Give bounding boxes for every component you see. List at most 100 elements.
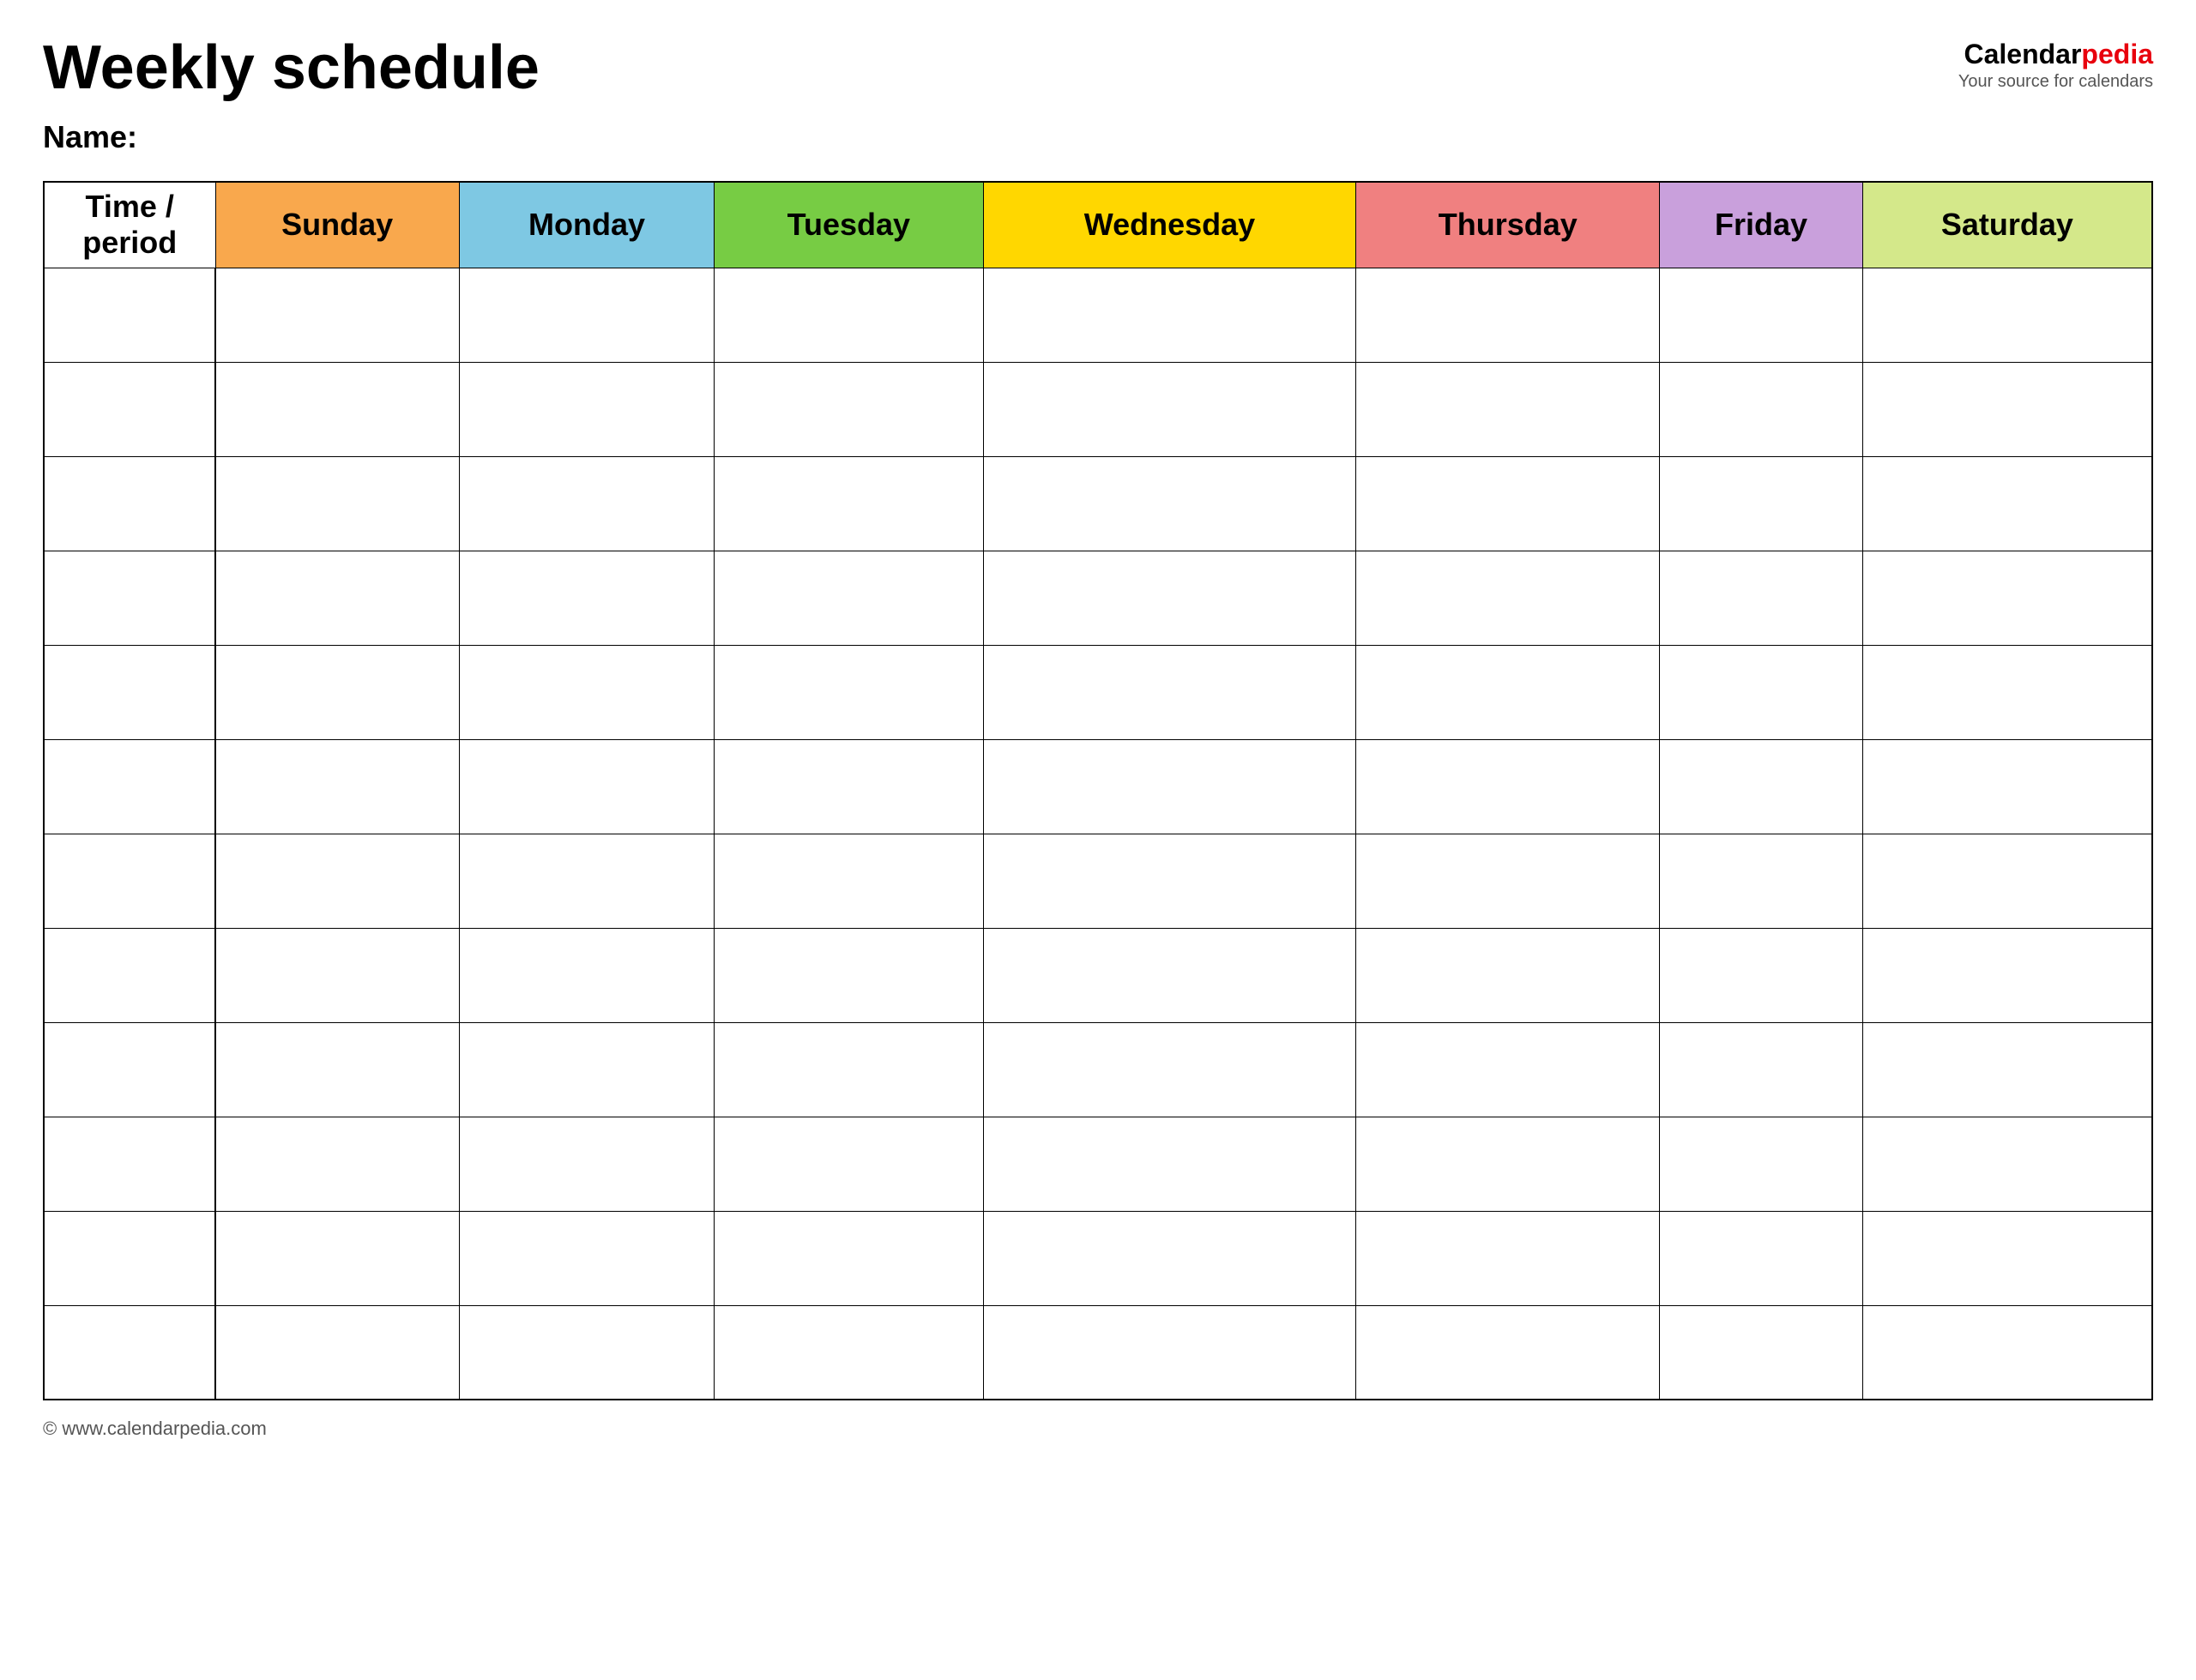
schedule-cell[interactable]	[983, 645, 1356, 739]
schedule-cell[interactable]	[459, 362, 714, 456]
schedule-cell[interactable]	[459, 1305, 714, 1400]
schedule-cell[interactable]	[715, 1305, 983, 1400]
schedule-cell[interactable]	[1660, 1305, 1863, 1400]
time-cell[interactable]	[44, 362, 215, 456]
schedule-cell[interactable]	[1356, 1022, 1660, 1117]
schedule-cell[interactable]	[1660, 739, 1863, 834]
schedule-cell[interactable]	[215, 1117, 459, 1211]
schedule-cell[interactable]	[459, 268, 714, 362]
schedule-cell[interactable]	[1356, 1117, 1660, 1211]
schedule-cell[interactable]	[1356, 645, 1660, 739]
schedule-cell[interactable]	[215, 1305, 459, 1400]
schedule-cell[interactable]	[459, 1211, 714, 1305]
schedule-cell[interactable]	[1660, 456, 1863, 551]
schedule-cell[interactable]	[1862, 1117, 2152, 1211]
time-cell[interactable]	[44, 834, 215, 928]
time-cell[interactable]	[44, 1117, 215, 1211]
schedule-cell[interactable]	[715, 456, 983, 551]
schedule-cell[interactable]	[215, 1022, 459, 1117]
schedule-cell[interactable]	[459, 1022, 714, 1117]
schedule-cell[interactable]	[1660, 551, 1863, 645]
table-row[interactable]	[44, 1117, 2152, 1211]
schedule-cell[interactable]	[215, 928, 459, 1022]
schedule-cell[interactable]	[1660, 1211, 1863, 1305]
schedule-cell[interactable]	[215, 739, 459, 834]
schedule-cell[interactable]	[983, 1305, 1356, 1400]
schedule-cell[interactable]	[215, 834, 459, 928]
schedule-cell[interactable]	[715, 739, 983, 834]
time-cell[interactable]	[44, 928, 215, 1022]
schedule-cell[interactable]	[215, 645, 459, 739]
time-cell[interactable]	[44, 1022, 215, 1117]
table-row[interactable]	[44, 362, 2152, 456]
schedule-cell[interactable]	[1660, 1117, 1863, 1211]
schedule-cell[interactable]	[215, 551, 459, 645]
schedule-cell[interactable]	[715, 268, 983, 362]
table-row[interactable]	[44, 834, 2152, 928]
table-row[interactable]	[44, 1022, 2152, 1117]
schedule-cell[interactable]	[715, 362, 983, 456]
schedule-cell[interactable]	[1356, 928, 1660, 1022]
schedule-cell[interactable]	[459, 551, 714, 645]
schedule-cell[interactable]	[1356, 1211, 1660, 1305]
schedule-cell[interactable]	[983, 1211, 1356, 1305]
table-row[interactable]	[44, 645, 2152, 739]
schedule-cell[interactable]	[715, 928, 983, 1022]
schedule-cell[interactable]	[983, 928, 1356, 1022]
time-cell[interactable]	[44, 1305, 215, 1400]
time-cell[interactable]	[44, 551, 215, 645]
schedule-cell[interactable]	[1660, 834, 1863, 928]
schedule-cell[interactable]	[1862, 928, 2152, 1022]
schedule-cell[interactable]	[983, 739, 1356, 834]
table-row[interactable]	[44, 551, 2152, 645]
schedule-cell[interactable]	[1862, 1022, 2152, 1117]
table-row[interactable]	[44, 1211, 2152, 1305]
schedule-cell[interactable]	[983, 551, 1356, 645]
table-row[interactable]	[44, 928, 2152, 1022]
schedule-cell[interactable]	[983, 1117, 1356, 1211]
schedule-cell[interactable]	[983, 456, 1356, 551]
schedule-cell[interactable]	[715, 834, 983, 928]
time-cell[interactable]	[44, 1211, 215, 1305]
schedule-cell[interactable]	[1862, 645, 2152, 739]
schedule-cell[interactable]	[1356, 551, 1660, 645]
schedule-cell[interactable]	[1356, 739, 1660, 834]
schedule-cell[interactable]	[459, 739, 714, 834]
schedule-cell[interactable]	[1862, 739, 2152, 834]
schedule-cell[interactable]	[215, 456, 459, 551]
table-row[interactable]	[44, 456, 2152, 551]
schedule-cell[interactable]	[983, 362, 1356, 456]
schedule-cell[interactable]	[1660, 928, 1863, 1022]
schedule-cell[interactable]	[983, 268, 1356, 362]
table-row[interactable]	[44, 268, 2152, 362]
schedule-cell[interactable]	[459, 928, 714, 1022]
schedule-cell[interactable]	[1862, 362, 2152, 456]
schedule-cell[interactable]	[459, 456, 714, 551]
schedule-cell[interactable]	[1862, 456, 2152, 551]
schedule-cell[interactable]	[459, 834, 714, 928]
schedule-cell[interactable]	[459, 645, 714, 739]
schedule-cell[interactable]	[715, 1117, 983, 1211]
schedule-cell[interactable]	[983, 834, 1356, 928]
schedule-cell[interactable]	[459, 1117, 714, 1211]
time-cell[interactable]	[44, 268, 215, 362]
schedule-cell[interactable]	[1862, 551, 2152, 645]
schedule-cell[interactable]	[1862, 268, 2152, 362]
schedule-cell[interactable]	[215, 1211, 459, 1305]
schedule-cell[interactable]	[215, 268, 459, 362]
time-cell[interactable]	[44, 739, 215, 834]
schedule-cell[interactable]	[1660, 268, 1863, 362]
schedule-cell[interactable]	[1660, 645, 1863, 739]
time-cell[interactable]	[44, 645, 215, 739]
schedule-cell[interactable]	[1862, 1211, 2152, 1305]
schedule-cell[interactable]	[1356, 362, 1660, 456]
table-row[interactable]	[44, 1305, 2152, 1400]
schedule-cell[interactable]	[715, 551, 983, 645]
schedule-cell[interactable]	[983, 1022, 1356, 1117]
schedule-cell[interactable]	[1356, 268, 1660, 362]
schedule-cell[interactable]	[1660, 1022, 1863, 1117]
schedule-cell[interactable]	[715, 1211, 983, 1305]
schedule-cell[interactable]	[1356, 456, 1660, 551]
schedule-cell[interactable]	[1356, 1305, 1660, 1400]
schedule-cell[interactable]	[1862, 1305, 2152, 1400]
